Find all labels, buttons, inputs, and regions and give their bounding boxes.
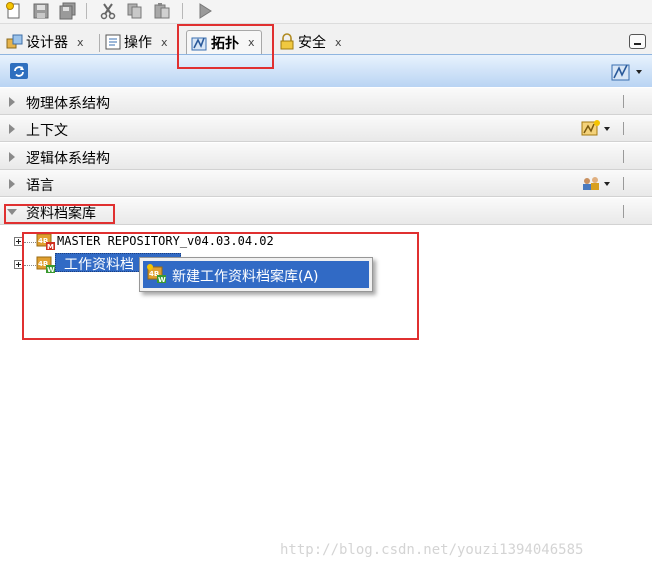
svg-text:W: W [47, 266, 55, 274]
copy-icon[interactable] [125, 1, 145, 21]
tree-connector [24, 265, 36, 266]
section-grip [623, 95, 624, 108]
work-repository-label[interactable]: 工作资料档 [64, 254, 134, 274]
main-toolbar [0, 0, 652, 24]
save-icon[interactable] [31, 1, 51, 21]
section-grip [623, 150, 624, 163]
security-icon [278, 33, 296, 51]
save-all-icon[interactable] [58, 1, 78, 21]
master-repository-icon: 4B M [36, 233, 56, 251]
operations-icon [104, 33, 122, 51]
section-context[interactable]: 上下文 [0, 115, 652, 142]
chevron-right-icon [9, 124, 15, 134]
language-icon[interactable] [580, 174, 602, 192]
paste-icon[interactable] [152, 1, 172, 21]
chevron-down-icon [7, 209, 17, 215]
new-repository-icon: 4B W [146, 264, 168, 284]
tab-security-label: 安全 [298, 35, 326, 51]
topology-icon [191, 34, 209, 52]
section-label: 资料档案库 [26, 206, 96, 222]
section-label: 逻辑体系结构 [26, 151, 110, 167]
chevron-right-icon [9, 152, 15, 162]
tab-strip: 设计器 x 操作 x 拓扑 x 安全 x [0, 24, 652, 54]
new-icon[interactable] [4, 1, 24, 21]
menu-item-new-work-repository[interactable]: 4B W 新建工作资料档案库(A) [143, 261, 369, 288]
refresh-icon[interactable] [9, 62, 29, 80]
minimize-button[interactable] [629, 34, 646, 49]
cut-icon[interactable] [98, 1, 118, 21]
tab-operations[interactable]: 操作 x [104, 30, 168, 54]
section-logical-architecture[interactable]: 逻辑体系结构 [0, 143, 652, 170]
tab-designer-label: 设计器 [26, 35, 68, 51]
toolbar-separator [86, 3, 87, 19]
section-languages[interactable]: 语言 [0, 170, 652, 197]
navigator-header [0, 54, 652, 87]
work-repository-icon: 4B W [36, 256, 56, 274]
chevron-right-icon [9, 179, 15, 189]
close-icon[interactable]: x [248, 36, 255, 49]
section-grip [623, 205, 624, 218]
section-grip [623, 122, 624, 135]
chevron-down-icon[interactable] [604, 127, 610, 131]
section-grip [623, 177, 624, 190]
section-label: 上下文 [26, 123, 68, 139]
context-menu: 4B W 新建工作资料档案库(A) [139, 257, 373, 292]
run-icon[interactable] [195, 1, 215, 21]
master-repository-label[interactable]: MASTER REPOSITORY_v04.03.04.02 [57, 234, 274, 248]
close-icon[interactable]: x [77, 36, 84, 49]
section-label: 物理体系结构 [26, 96, 110, 112]
chevron-down-icon[interactable] [636, 70, 642, 74]
expand-icon[interactable] [14, 260, 23, 269]
tab-security[interactable]: 安全 x [278, 30, 342, 54]
tab-operations-label: 操作 [124, 35, 152, 51]
expand-icon[interactable] [14, 237, 23, 246]
tab-topology-label: 拓扑 [211, 35, 239, 52]
tab-designer[interactable]: 设计器 x [6, 30, 84, 54]
svg-text:M: M [47, 243, 54, 251]
section-label: 语言 [26, 178, 54, 194]
context-icon[interactable] [580, 119, 602, 137]
section-repositories[interactable]: 资料档案库 [0, 198, 652, 225]
tab-divider [99, 34, 100, 52]
close-icon[interactable]: x [335, 36, 342, 49]
menu-item-label: 新建工作资料档案库(A) [172, 269, 319, 285]
watermark: http://blog.csdn.net/youzi1394046585 [280, 542, 584, 558]
chevron-right-icon [9, 97, 15, 107]
chevron-down-icon[interactable] [604, 182, 610, 186]
svg-text:W: W [158, 276, 166, 284]
topology-menu-icon[interactable] [611, 62, 633, 81]
tab-topology[interactable]: 拓扑 x [186, 30, 262, 54]
tree-connector [24, 242, 36, 243]
close-icon[interactable]: x [161, 36, 168, 49]
designer-icon [6, 33, 24, 51]
section-physical-architecture[interactable]: 物理体系结构 [0, 88, 652, 115]
toolbar-separator [182, 3, 183, 19]
